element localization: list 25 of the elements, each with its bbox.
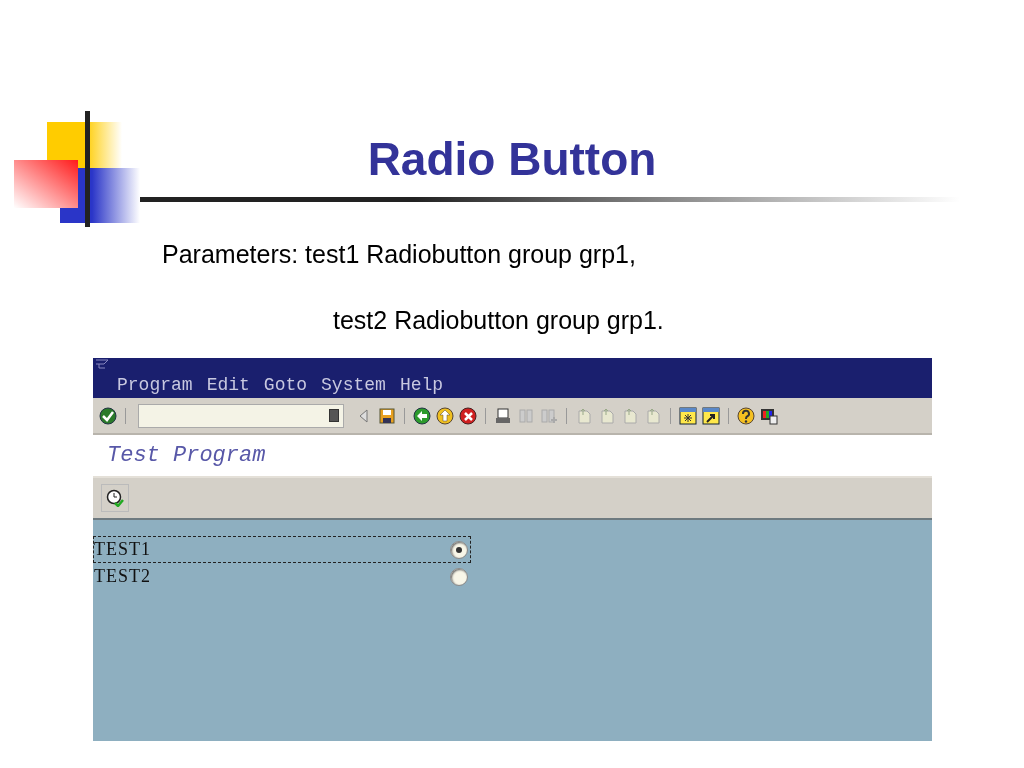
print-icon[interactable] — [494, 406, 512, 425]
radio-button[interactable] — [450, 567, 468, 586]
menu-item[interactable]: Edit — [206, 375, 250, 395]
radio-label: TEST1 — [94, 539, 151, 560]
monitor-icon[interactable] — [760, 406, 778, 425]
execute-button[interactable] — [101, 484, 129, 512]
parameters-text: Parameters: test1 Radiobutton group grp1, — [162, 240, 636, 269]
window-menu-icon[interactable] — [95, 359, 109, 369]
slide-title: Radio Button — [366, 132, 658, 186]
screen-title: Test Program — [93, 435, 932, 478]
menu-item[interactable]: System — [321, 375, 386, 395]
radio-label: TEST2 — [94, 566, 151, 587]
help-icon[interactable] — [737, 406, 755, 425]
command-field[interactable] — [138, 403, 344, 428]
new-window-icon[interactable] — [679, 406, 697, 425]
menu-item[interactable]: Goto — [263, 375, 308, 395]
menu-item[interactable]: Help — [399, 375, 444, 395]
confirm-icon[interactable] — [99, 406, 117, 425]
radio-button[interactable] — [450, 540, 468, 559]
cancel-icon[interactable] — [459, 406, 477, 425]
back-icon[interactable] — [413, 406, 431, 425]
menu-item[interactable]: Program — [117, 375, 193, 395]
save-icon[interactable] — [378, 406, 396, 425]
clock-check-icon — [106, 489, 124, 507]
parameters-text: test2 Radiobutton group grp1. — [333, 306, 664, 335]
